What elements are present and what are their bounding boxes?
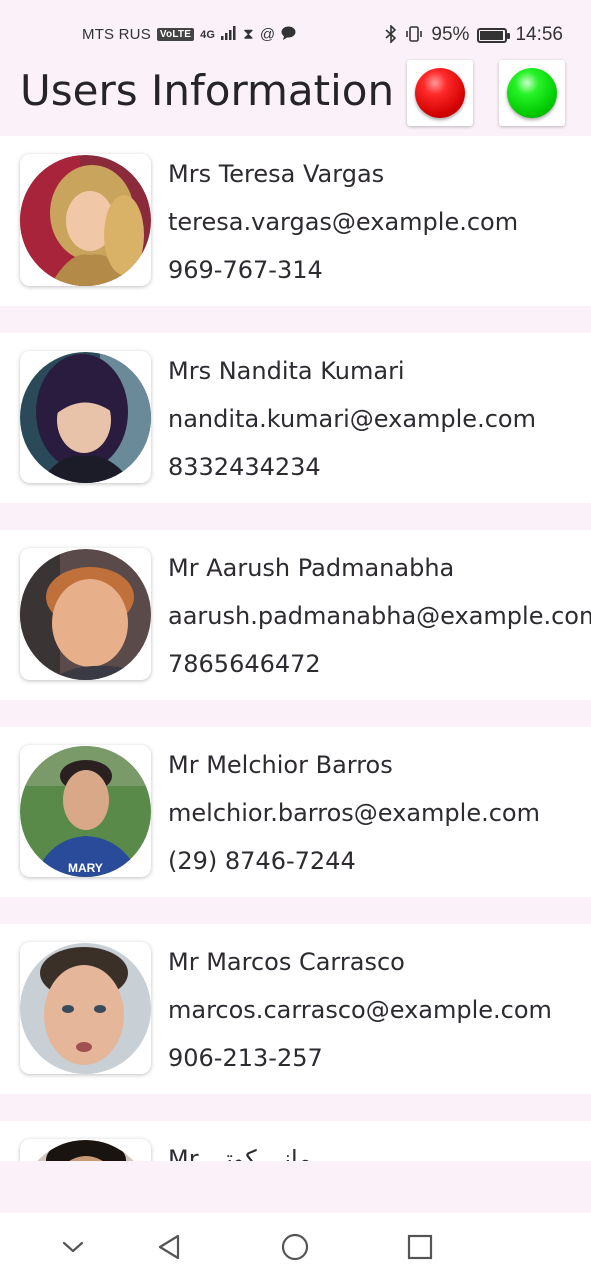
hourglass-icon: ⧗ xyxy=(243,26,254,43)
list-item[interactable]: Mrs Nandita Kumari nandita.kumari@exampl… xyxy=(0,333,591,503)
user-name: Mrs Teresa Vargas xyxy=(168,160,385,188)
user-name: Mr Melchior Barros xyxy=(168,751,393,779)
screen: MTS RUS VoLTE 4G ⧗ @ 95% 14:56 Users Inf… xyxy=(0,0,591,1280)
list-item[interactable]: Mr Aarush Padmanabha aarush.padmanabha@e… xyxy=(0,530,591,700)
avatar-frame xyxy=(20,942,151,1074)
system-nav-bar xyxy=(0,1213,591,1280)
battery-level xyxy=(480,30,504,40)
page-title: Users Information xyxy=(20,66,395,115)
status-right: 95% 14:56 xyxy=(385,23,563,46)
list-item[interactable]: Mrs Teresa Vargas teresa.vargas@example.… xyxy=(0,136,591,306)
list-item[interactable]: MARY Mr Melchior Barros melchior.barros@… xyxy=(0,727,591,897)
list-bottom-spacer xyxy=(0,1161,591,1213)
avatar xyxy=(20,352,151,483)
user-name: Mr Marcos Carrasco xyxy=(168,948,405,976)
clock: 14:56 xyxy=(515,24,563,45)
chat-icon xyxy=(281,26,296,43)
svg-text:MARY: MARY xyxy=(68,861,103,875)
battery-icon xyxy=(477,27,511,43)
avatar-frame: MARY xyxy=(20,745,151,877)
user-phone: 7865646472 xyxy=(168,650,321,678)
bluetooth-icon xyxy=(385,23,397,46)
user-email: nandita.kumari@example.com xyxy=(168,405,536,433)
red-orb-icon xyxy=(415,68,465,118)
avatar-frame xyxy=(20,548,151,680)
user-name: Mr ماني کوتی xyxy=(168,1145,312,1161)
user-email: aarush.padmanabha@example.com xyxy=(168,602,591,630)
network-label: 4G xyxy=(200,28,216,41)
avatar xyxy=(20,549,151,680)
at-icon: @ xyxy=(259,26,276,43)
user-email: teresa.vargas@example.com xyxy=(168,208,519,236)
avatar xyxy=(20,1140,151,1161)
volte-badge: VoLTE xyxy=(156,28,195,41)
list-item[interactable]: Mr Marcos Carrasco marcos.carrasco@examp… xyxy=(0,924,591,1094)
avatar-frame xyxy=(20,1139,151,1161)
avatar-frame xyxy=(20,154,151,286)
user-email: marcos.carrasco@example.com xyxy=(168,996,552,1024)
list-item[interactable]: Mr ماني کوتی xyxy=(0,1121,591,1161)
back-icon[interactable] xyxy=(149,1227,189,1267)
green-button[interactable] xyxy=(499,60,565,126)
user-phone: (29) 8746-7244 xyxy=(168,847,356,875)
user-phone: 906-213-257 xyxy=(168,1044,323,1072)
battery-percent: 95% xyxy=(431,24,470,45)
app-header: Users Information xyxy=(0,60,591,136)
avatar xyxy=(20,943,151,1074)
user-email: melchior.barros@example.com xyxy=(168,799,540,827)
avatar-frame xyxy=(20,351,151,483)
status-left: MTS RUS VoLTE 4G ⧗ @ xyxy=(82,26,296,43)
green-orb-icon xyxy=(507,68,557,118)
red-button[interactable] xyxy=(407,60,473,126)
recents-icon[interactable] xyxy=(400,1227,440,1267)
carrier-label: MTS RUS xyxy=(82,26,151,43)
users-list[interactable]: Mrs Teresa Vargas teresa.vargas@example.… xyxy=(0,136,591,1161)
chevron-down-icon[interactable] xyxy=(53,1227,93,1267)
user-name: Mrs Nandita Kumari xyxy=(168,357,405,385)
signal-icon xyxy=(221,26,237,43)
vibrate-icon xyxy=(405,25,423,46)
avatar xyxy=(20,155,151,286)
avatar: MARY xyxy=(20,746,151,877)
user-phone: 969-767-314 xyxy=(168,256,323,284)
user-name: Mr Aarush Padmanabha xyxy=(168,554,455,582)
user-phone: 8332434234 xyxy=(168,453,321,481)
home-icon[interactable] xyxy=(275,1227,315,1267)
